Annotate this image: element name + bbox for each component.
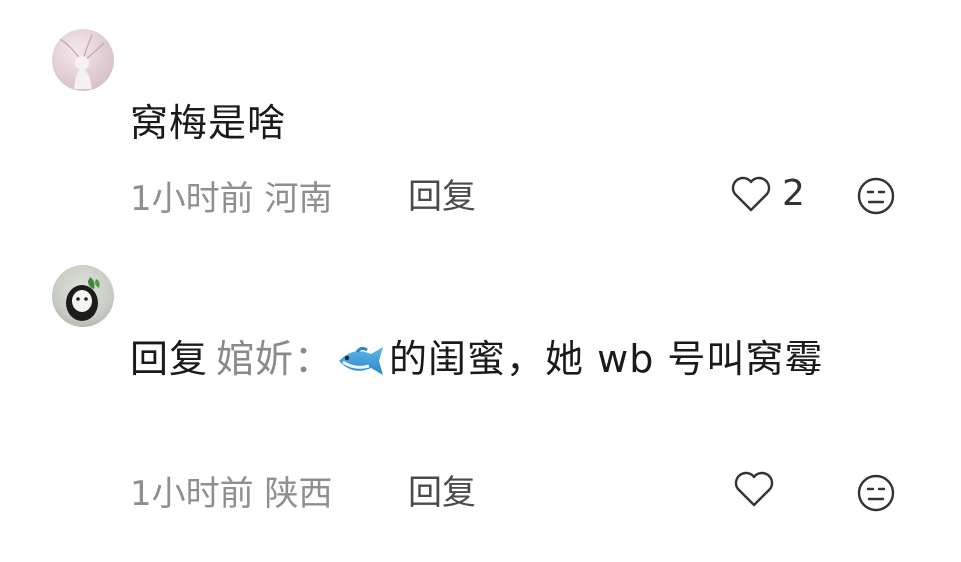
heart-icon bbox=[731, 176, 771, 211]
reaction-button[interactable] bbox=[856, 176, 896, 216]
reaction-button[interactable] bbox=[856, 473, 896, 513]
comment-text: 窝梅是啥 bbox=[130, 101, 287, 145]
avatar-image bbox=[66, 277, 100, 321]
like-button[interactable]: 2 bbox=[730, 173, 805, 214]
comment-meta: 1小时前 河南 bbox=[130, 179, 333, 219]
avatar[interactable] bbox=[52, 29, 114, 91]
reply-prefix: 回复 bbox=[130, 337, 209, 381]
avatar[interactable] bbox=[52, 265, 114, 327]
reply-button[interactable]: 回复 bbox=[408, 471, 476, 515]
meh-face-icon bbox=[857, 474, 895, 512]
meh-face-icon bbox=[857, 177, 895, 215]
like-button[interactable] bbox=[733, 470, 785, 508]
like-count: 2 bbox=[782, 173, 805, 214]
comment-body: 的闺蜜，她 wb 号叫窝霉 bbox=[389, 337, 824, 381]
heart-icon bbox=[734, 471, 774, 507]
comment-text: 回复 婠妡： 的闺蜜，她 wb 号叫窝霉 bbox=[130, 328, 920, 396]
reply-to-username[interactable]: 婠妡： bbox=[216, 337, 333, 381]
fish-emoji-icon bbox=[335, 334, 387, 396]
reply-button[interactable]: 回复 bbox=[408, 175, 476, 219]
comment-meta: 1小时前 陕西 bbox=[130, 474, 333, 514]
avatar-image bbox=[59, 34, 105, 89]
